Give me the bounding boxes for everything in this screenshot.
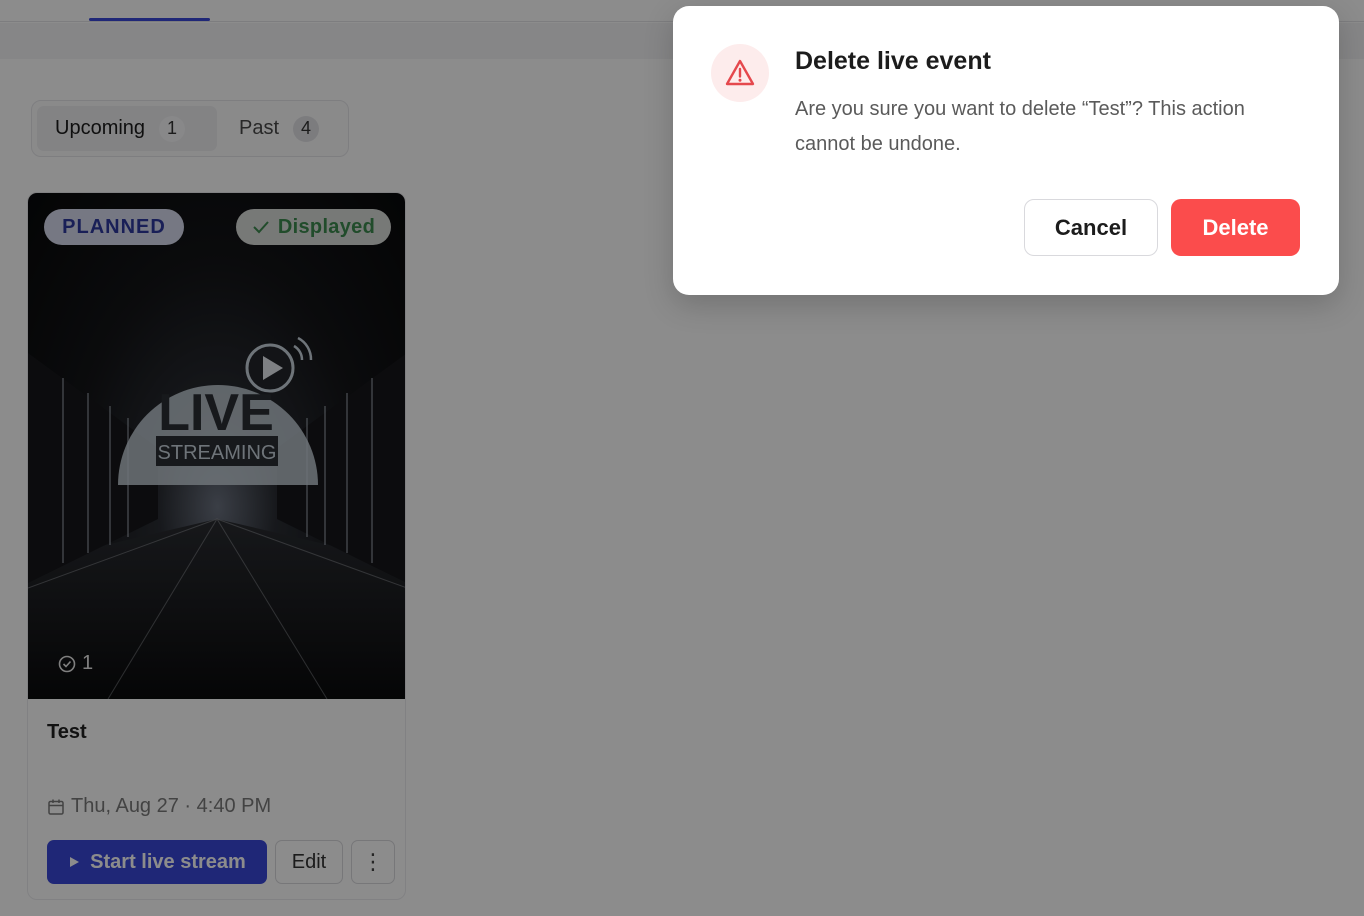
cancel-button[interactable]: Cancel: [1024, 199, 1158, 256]
warning-triangle-icon: [725, 59, 755, 86]
delete-confirmation-dialog: Delete live event Are you sure you want …: [673, 6, 1339, 295]
dialog-title: Delete live event: [795, 47, 991, 75]
delete-button[interactable]: Delete: [1171, 199, 1300, 256]
warning-badge: [711, 44, 769, 102]
dialog-message: Are you sure you want to delete “Test”? …: [795, 98, 1245, 155]
